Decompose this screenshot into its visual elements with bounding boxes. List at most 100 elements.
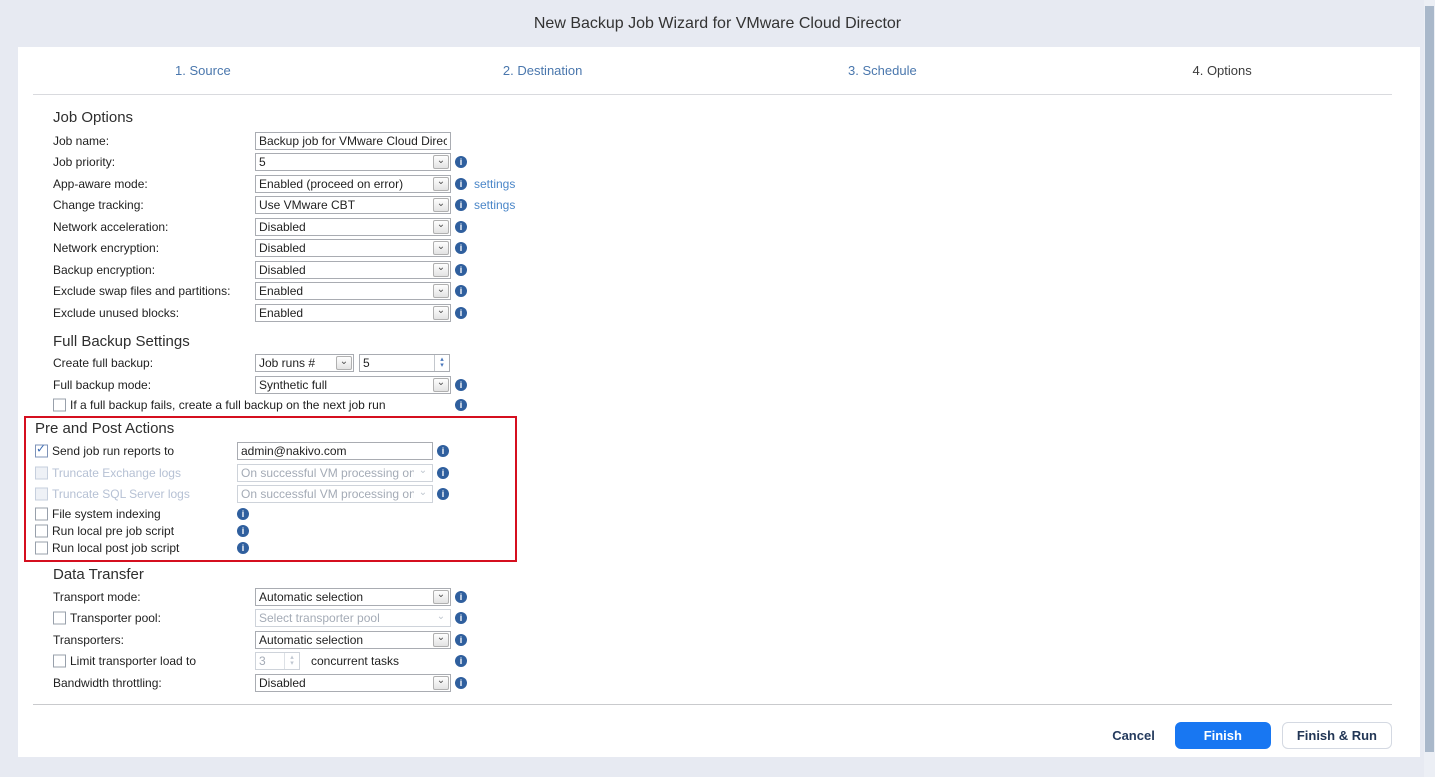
page-scrollbar[interactable] [1424, 0, 1435, 777]
row-exclude-swap: Exclude swap files and partitions: Enabl… [53, 281, 1392, 303]
info-icon[interactable]: i [455, 591, 467, 603]
change-tracking-select[interactable]: Use VMware CBT ⌄ [255, 196, 451, 214]
limit-load-value: 3 [256, 653, 284, 669]
fs-indexing-checkbox[interactable]: ✓ [35, 507, 48, 520]
change-tracking-settings-link[interactable]: settings [474, 198, 515, 212]
chevron-down-icon[interactable]: ⌄ [433, 177, 449, 191]
full-backup-fail-checkbox[interactable]: ✓ [53, 398, 66, 411]
send-reports-email-input[interactable] [237, 442, 433, 460]
info-icon[interactable]: i [437, 467, 449, 479]
info-icon[interactable]: i [455, 612, 467, 624]
post-job-script-checkbox[interactable]: ✓ [35, 541, 48, 554]
pre-job-script-checkbox[interactable]: ✓ [35, 524, 48, 537]
job-priority-select[interactable]: 5 ⌄ [255, 153, 451, 171]
info-icon[interactable]: i [455, 655, 467, 667]
finish-and-run-button[interactable]: Finish & Run [1282, 722, 1392, 749]
row-fs-indexing: ✓ File system indexing i [35, 505, 515, 522]
transporters-select[interactable]: Automatic selection ⌄ [255, 631, 451, 649]
row-exclude-unused: Exclude unused blocks: Enabled ⌄ i [53, 302, 1392, 324]
chevron-down-icon[interactable]: ⌄ [433, 590, 449, 604]
app-aware-label: App-aware mode: [53, 177, 148, 191]
chevron-down-icon[interactable]: ⌄ [433, 306, 449, 320]
network-encryption-value: Disabled [256, 240, 432, 256]
network-acceleration-value: Disabled [256, 219, 432, 235]
chevron-down-icon: ⌄ [415, 466, 431, 480]
wizard-steps: 1. Source 2. Destination 3. Schedule 4. … [33, 47, 1392, 95]
finish-button[interactable]: Finish [1175, 722, 1271, 749]
info-icon[interactable]: i [455, 242, 467, 254]
step-destination[interactable]: 2. Destination [373, 63, 713, 78]
create-full-backup-count-stepper[interactable]: 5 ▴ ▾ [359, 354, 450, 372]
backup-encryption-select[interactable]: Disabled ⌄ [255, 261, 451, 279]
bandwidth-select[interactable]: Disabled ⌄ [255, 674, 451, 692]
network-acceleration-select[interactable]: Disabled ⌄ [255, 218, 451, 236]
create-full-backup-mode-value: Job runs # [256, 355, 335, 371]
full-backup-mode-select[interactable]: Synthetic full ⌄ [255, 376, 451, 394]
scrollbar-thumb[interactable] [1425, 6, 1434, 752]
info-icon[interactable]: i [455, 634, 467, 646]
chevron-down-icon[interactable]: ⌄ [433, 198, 449, 212]
row-create-full-backup: Create full backup: Job runs # ⌄ 5 ▴ ▾ [53, 353, 1392, 375]
info-icon[interactable]: i [455, 264, 467, 276]
chevron-down-icon[interactable]: ⌄ [433, 155, 449, 169]
create-full-backup-mode-select[interactable]: Job runs # ⌄ [255, 354, 354, 372]
footer-actions: Cancel Finish Finish & Run [18, 705, 1420, 749]
info-icon[interactable]: i [237, 525, 249, 537]
bandwidth-label: Bandwidth throttling: [53, 676, 162, 690]
change-tracking-label: Change tracking: [53, 198, 144, 212]
info-icon[interactable]: i [455, 307, 467, 319]
stepper-down-icon: ▾ [290, 661, 294, 667]
info-icon[interactable]: i [455, 178, 467, 190]
limit-load-checkbox[interactable]: ✓ [53, 655, 66, 668]
info-icon[interactable]: i [237, 542, 249, 554]
row-bandwidth: Bandwidth throttling: Disabled ⌄ i [53, 672, 1392, 694]
data-transfer-rows: Transport mode: Automatic selection ⌄ i … [35, 586, 1392, 694]
chevron-down-icon[interactable]: ⌄ [433, 241, 449, 255]
app-aware-settings-link[interactable]: settings [474, 177, 515, 191]
row-transporters: Transporters: Automatic selection ⌄ i [53, 629, 1392, 651]
network-encryption-select[interactable]: Disabled ⌄ [255, 239, 451, 257]
info-icon[interactable]: i [437, 488, 449, 500]
chevron-down-icon[interactable]: ⌄ [433, 633, 449, 647]
truncate-exchange-checkbox: ✓ [35, 466, 48, 479]
info-icon[interactable]: i [237, 508, 249, 520]
chevron-down-icon[interactable]: ⌄ [433, 284, 449, 298]
full-backup-fail-label: If a full backup fails, create a full ba… [70, 398, 386, 412]
exclude-unused-label: Exclude unused blocks: [53, 306, 179, 320]
transport-mode-select[interactable]: Automatic selection ⌄ [255, 588, 451, 606]
stepper-down-icon[interactable]: ▾ [440, 363, 444, 369]
chevron-down-icon[interactable]: ⌄ [433, 676, 449, 690]
limit-load-suffix: concurrent tasks [311, 654, 399, 668]
job-priority-value: 5 [256, 154, 432, 170]
info-icon[interactable]: i [455, 399, 467, 411]
limit-load-label: Limit transporter load to [70, 654, 196, 668]
step-source[interactable]: 1. Source [33, 63, 373, 78]
limit-load-stepper: 3 ▴ ▾ [255, 652, 300, 670]
truncate-sql-select: On successful VM processing only ⌄ [237, 485, 433, 503]
chevron-down-icon[interactable]: ⌄ [433, 378, 449, 392]
info-icon[interactable]: i [455, 199, 467, 211]
info-icon[interactable]: i [455, 156, 467, 168]
transporters-label: Transporters: [53, 633, 124, 647]
app-aware-select[interactable]: Enabled (proceed on error) ⌄ [255, 175, 451, 193]
send-reports-checkbox[interactable]: ✓ [35, 445, 48, 458]
cancel-button[interactable]: Cancel [1112, 728, 1155, 743]
job-name-input[interactable] [255, 132, 451, 150]
row-network-acceleration: Network acceleration: Disabled ⌄ i [53, 216, 1392, 238]
info-icon[interactable]: i [455, 379, 467, 391]
step-options: 4. Options [1052, 63, 1392, 78]
exclude-swap-select[interactable]: Enabled ⌄ [255, 282, 451, 300]
info-icon[interactable]: i [437, 445, 449, 457]
chevron-down-icon[interactable]: ⌄ [433, 220, 449, 234]
info-icon[interactable]: i [455, 677, 467, 689]
stepper-arrows[interactable]: ▴ ▾ [434, 355, 449, 371]
chevron-down-icon[interactable]: ⌄ [336, 356, 352, 370]
info-icon[interactable]: i [455, 285, 467, 297]
chevron-down-icon[interactable]: ⌄ [433, 263, 449, 277]
info-icon[interactable]: i [455, 221, 467, 233]
backup-encryption-label: Backup encryption: [53, 263, 155, 277]
step-schedule[interactable]: 3. Schedule [713, 63, 1053, 78]
exclude-unused-select[interactable]: Enabled ⌄ [255, 304, 451, 322]
create-full-backup-count-value: 5 [360, 355, 434, 371]
transporter-pool-checkbox[interactable]: ✓ [53, 612, 66, 625]
